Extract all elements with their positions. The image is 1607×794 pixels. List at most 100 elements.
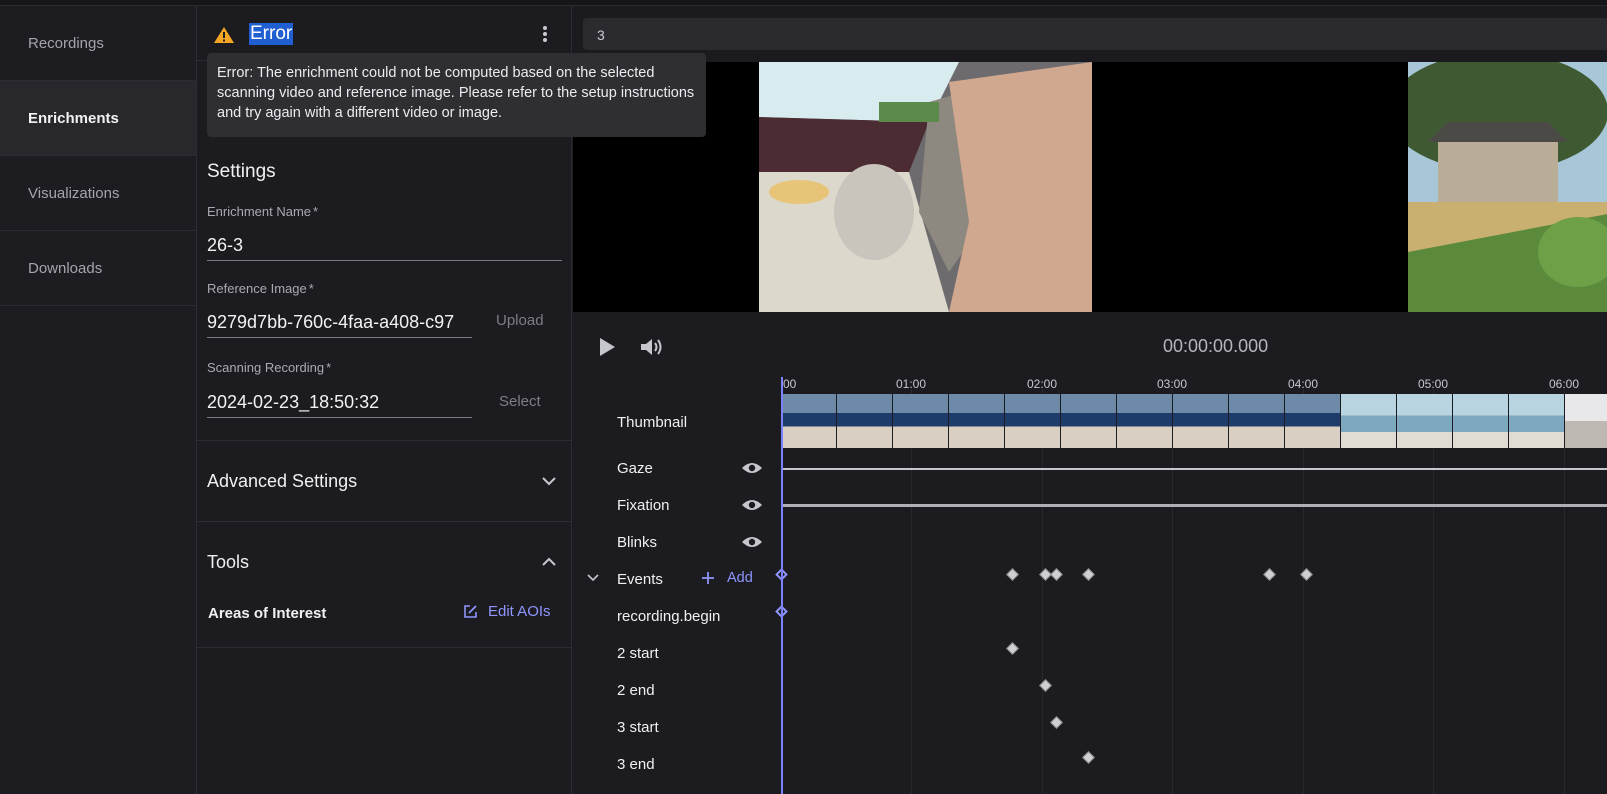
eye-icon[interactable] (741, 461, 763, 475)
timeline: Thumbnail Gaze Fixation Blinks Events re… (573, 377, 1607, 794)
time-tick: 04:00 (1288, 377, 1319, 391)
enrichment-name-input[interactable]: 26-3 (207, 231, 562, 261)
edit-icon (464, 605, 477, 618)
divider (197, 521, 572, 522)
volume-icon[interactable] (639, 336, 665, 358)
settings-title: Settings (207, 161, 276, 182)
thumbnail (837, 394, 893, 448)
warning-icon (214, 27, 234, 43)
error-tooltip: Error: The enrichment could not be compu… (207, 53, 706, 137)
timeline-tracks[interactable]: 00 01:00 02:00 03:00 04:00 05:00 06:00 (775, 377, 1607, 794)
chevron-up-icon[interactable] (542, 557, 556, 566)
video-viewer[interactable] (573, 62, 1607, 312)
nav-item-label: Recordings (28, 34, 104, 52)
error-title: Error (249, 23, 294, 45)
time-tick: 06:00 (1549, 377, 1580, 391)
thumbnail (893, 394, 949, 448)
reference-image-input[interactable]: 9279d7bb-760c-4faa-a408-c97 (207, 308, 472, 338)
grid-line (1303, 389, 1304, 794)
track-label-blinks: Blinks (617, 534, 658, 551)
track-label-fixation: Fixation (617, 497, 670, 514)
thumbnail (1285, 394, 1341, 448)
advanced-settings-toggle[interactable]: Advanced Settings (207, 471, 357, 492)
event-marker[interactable] (1263, 568, 1276, 581)
event-row-label[interactable]: recording.begin (617, 608, 720, 625)
edit-aois-button[interactable]: Edit AOIs (463, 603, 551, 620)
scanning-recording-label: Scanning Recording * (207, 360, 332, 375)
reference-image-frame (1408, 62, 1607, 312)
event-row-label[interactable]: 3 end (617, 756, 655, 773)
thumbnail (1453, 394, 1509, 448)
divider (197, 647, 572, 648)
reference-image-label: Reference Image * (207, 281, 314, 296)
more-options-icon[interactable] (537, 24, 553, 44)
event-row-label[interactable]: 2 end (617, 682, 655, 699)
time-tick: 02:00 (1027, 377, 1058, 391)
event-marker[interactable] (1050, 568, 1063, 581)
grid-line (1433, 389, 1434, 794)
grid-line (911, 389, 912, 794)
nav-item-label: Visualizations (28, 184, 120, 202)
search-input[interactable]: 3 (583, 18, 1607, 50)
select-button[interactable]: Select (499, 393, 541, 410)
thumbnail (1397, 394, 1453, 448)
playback-time: 00:00:00.000 (1163, 336, 1269, 356)
nav-item-label: Enrichments (28, 109, 119, 127)
chevron-down-icon[interactable] (542, 477, 556, 486)
scene-video-frame (759, 62, 1092, 312)
event-row-label[interactable]: 3 start (617, 719, 659, 736)
event-row-label[interactable]: 2 start (617, 645, 659, 662)
thumbnail (1229, 394, 1285, 448)
thumbnail (1061, 394, 1117, 448)
add-event-button[interactable]: Add (701, 570, 753, 586)
track-label-gaze: Gaze (617, 460, 653, 477)
event-marker[interactable] (1082, 751, 1095, 764)
thumbnail (949, 394, 1005, 448)
nav-item-enrichments[interactable]: Enrichments (0, 81, 196, 156)
play-icon[interactable] (597, 336, 617, 358)
enrichment-name-label: Enrichment Name * (207, 204, 319, 219)
event-marker[interactable] (1006, 642, 1019, 655)
event-marker[interactable] (1082, 568, 1095, 581)
grid-line (1042, 389, 1043, 794)
time-tick: 00 (783, 377, 797, 391)
areas-of-interest-label: Areas of Interest (208, 605, 327, 622)
thumbnail-strip (781, 394, 1607, 448)
event-marker[interactable] (1006, 568, 1019, 581)
enrichment-settings-panel: Error Error: The enrichment could not be… (197, 6, 706, 794)
time-tick: 01:00 (896, 377, 927, 391)
grid-line (1564, 389, 1565, 794)
nav-item-downloads[interactable]: Downloads (0, 231, 196, 306)
plus-icon (702, 572, 714, 584)
chevron-down-icon[interactable] (587, 574, 599, 582)
tools-toggle[interactable]: Tools (207, 552, 249, 573)
upload-button[interactable]: Upload (496, 312, 544, 329)
playhead[interactable] (781, 377, 783, 794)
thumbnail (1341, 394, 1397, 448)
edit-aois-label: Edit AOIs (488, 603, 551, 620)
left-nav: Recordings Enrichments Visualizations Do… (0, 6, 197, 794)
time-tick: 05:00 (1418, 377, 1449, 391)
thumbnail (1565, 394, 1607, 448)
thumbnail (1173, 394, 1229, 448)
player-controls: 00:00:00.000 (573, 312, 1607, 377)
eye-icon[interactable] (741, 535, 763, 549)
scanning-recording-input[interactable]: 2024-02-23_18:50:32 (207, 388, 472, 418)
add-event-label: Add (727, 570, 753, 586)
thumbnail (1509, 394, 1565, 448)
time-tick: 03:00 (1157, 377, 1188, 391)
track-label-events: Events (617, 571, 663, 588)
thumbnail (1005, 394, 1061, 448)
eye-icon[interactable] (741, 498, 763, 512)
thumbnail (781, 394, 837, 448)
gaze-track (781, 468, 1607, 470)
nav-item-label: Downloads (28, 259, 103, 277)
grid-line (1172, 389, 1173, 794)
divider (197, 440, 572, 441)
event-marker[interactable] (1050, 716, 1063, 729)
fixation-track (781, 504, 1607, 507)
thumbnail (1117, 394, 1173, 448)
nav-item-recordings[interactable]: Recordings (0, 6, 196, 81)
nav-item-visualizations[interactable]: Visualizations (0, 156, 196, 231)
track-label-thumbnail: Thumbnail (617, 414, 688, 431)
